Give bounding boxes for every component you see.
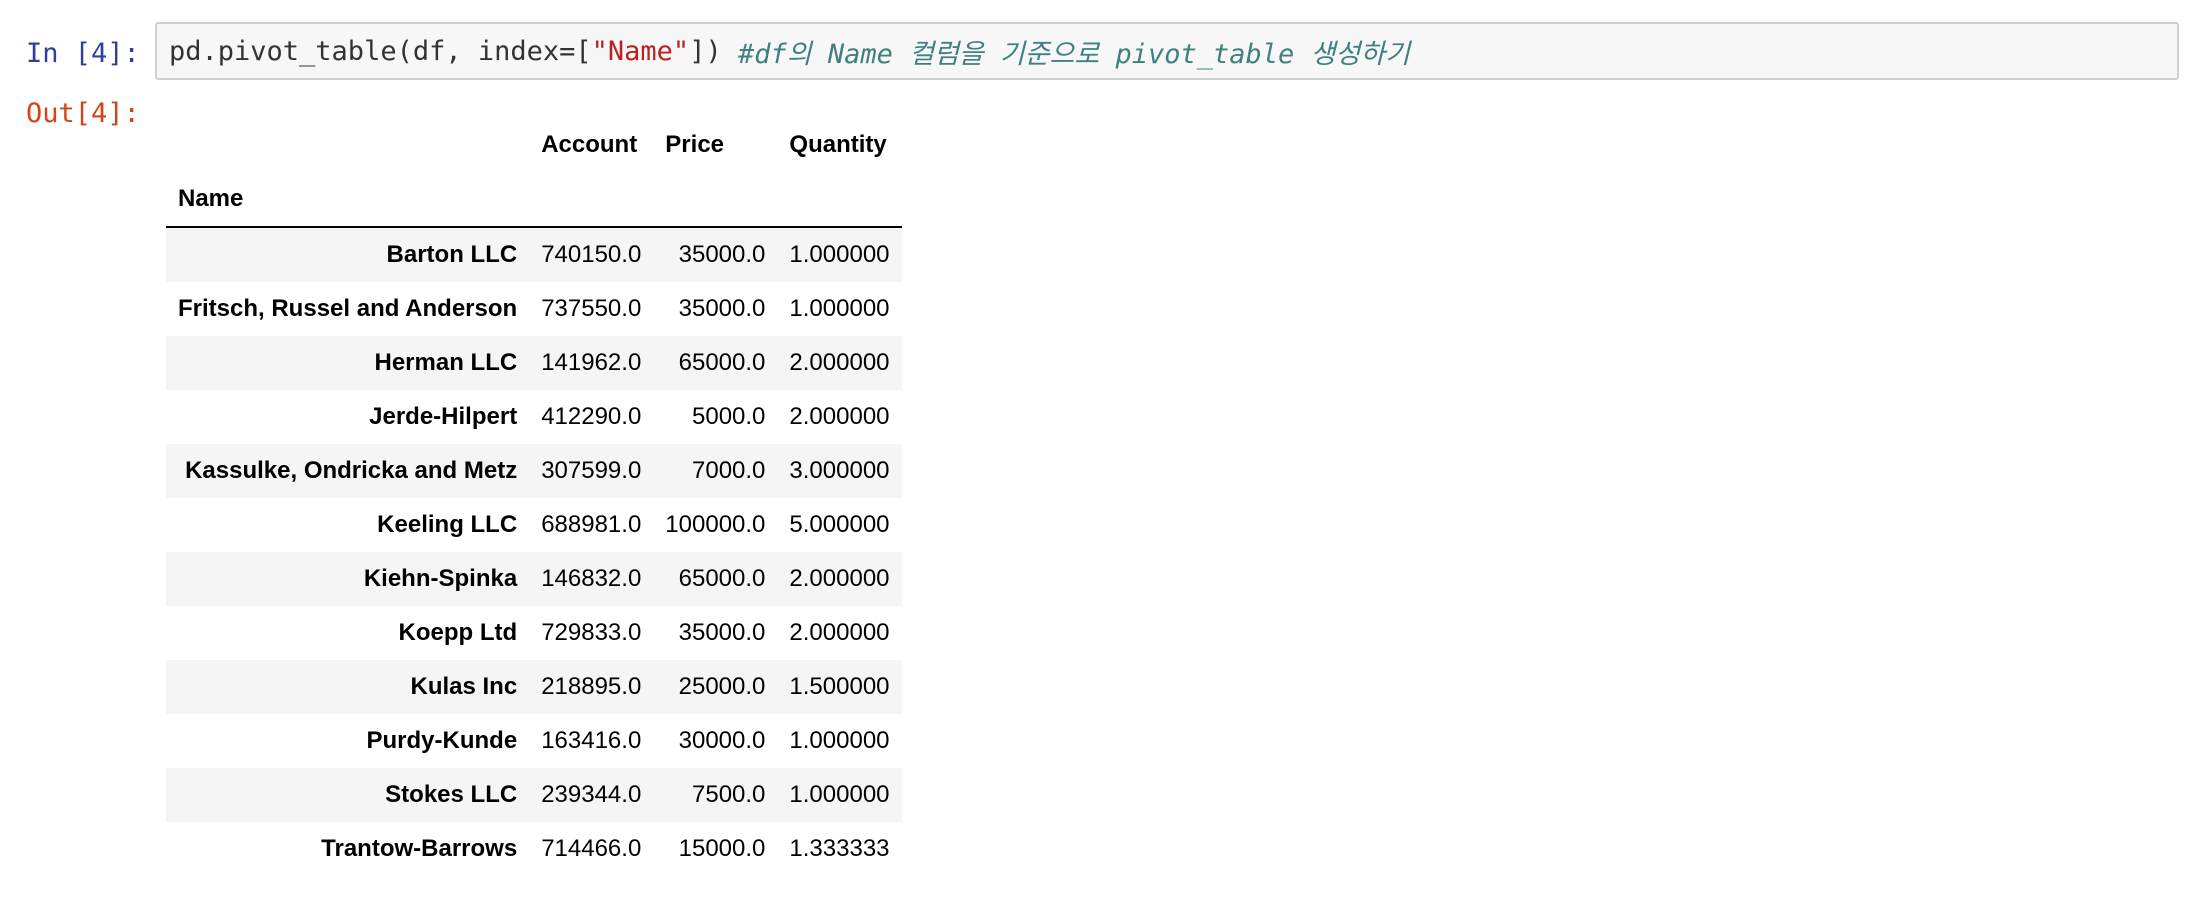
table-row: Trantow-Barrows 714466.0 15000.0 1.333333 — [166, 822, 902, 876]
row-index-label: Koepp Ltd — [398, 619, 518, 646]
account-cell: 688981.0 — [541, 511, 642, 538]
quantity-cell: 1.000000 — [789, 727, 890, 754]
table-row: Barton LLC 740150.0 35000.0 1.000000 — [166, 227, 902, 282]
code-editor[interactable]: pd.pivot_table(df, index=["Name"]) #df의 … — [155, 22, 2179, 80]
account-cell: 729833.0 — [541, 619, 642, 646]
account-cell: 412290.0 — [541, 403, 642, 430]
row-index-label: Barton LLC — [386, 241, 518, 268]
table-row: Fritsch, Russel and Anderson 737550.0 3500… — [166, 282, 902, 336]
quantity-cell: 3.000000 — [789, 457, 890, 484]
table-row: Purdy-Kunde 163416.0 30000.0 1.000000 — [166, 714, 902, 768]
price-cell: 7000.0 — [692, 457, 766, 484]
quantity-cell: 2.000000 — [789, 403, 890, 430]
table-row: Keeling LLC 688981.0 100000.0 5.000000 — [166, 498, 902, 552]
price-cell: 30000.0 — [678, 727, 766, 754]
row-index-label: Purdy-Kunde — [366, 727, 518, 754]
table-row: Herman LLC 141962.0 65000.0 2.000000 — [166, 336, 902, 390]
row-index-label: Keeling LLC — [377, 511, 518, 538]
index-header-row: Name — [166, 172, 902, 228]
quantity-cell: 5.000000 — [789, 511, 890, 538]
table-row: Stokes LLC 239344.0 7500.0 1.000000 — [166, 768, 902, 822]
column-header: Price — [665, 131, 725, 158]
quantity-cell: 1.000000 — [789, 241, 890, 268]
account-cell: 737550.0 — [541, 295, 642, 322]
row-index-label: Herman LLC — [374, 349, 518, 376]
table-row: Jerde-Hilpert 412290.0 5000.0 2.000000 — [166, 390, 902, 444]
row-index-label: Stokes LLC — [385, 781, 518, 808]
table-body: Barton LLC 740150.0 35000.0 1.000000 Fritsch… — [166, 227, 902, 876]
column-header: Account — [541, 131, 638, 158]
column-header-row: Account Price Quantity — [166, 118, 902, 172]
price-cell: 35000.0 — [678, 295, 766, 322]
table-row: Kiehn-Spinka 146832.0 65000.0 2.000000 — [166, 552, 902, 606]
input-prompt: In [4]: — [26, 38, 140, 69]
code-text-suffix: ]) — [689, 35, 738, 67]
empty-header — [777, 172, 902, 228]
account-cell: 714466.0 — [541, 835, 642, 862]
price-cell: 35000.0 — [678, 241, 766, 268]
quantity-cell: 1.000000 — [789, 295, 890, 322]
quantity-cell: 2.000000 — [789, 565, 890, 592]
price-cell: 7500.0 — [692, 781, 766, 808]
empty-header — [653, 172, 778, 228]
account-cell: 163416.0 — [541, 727, 642, 754]
code-string-literal: "Name" — [591, 35, 690, 67]
table-row: Koepp Ltd 729833.0 35000.0 2.000000 — [166, 606, 902, 660]
price-cell: 65000.0 — [678, 565, 766, 592]
quantity-cell: 2.000000 — [789, 349, 890, 376]
quantity-cell: 1.000000 — [789, 781, 890, 808]
quantity-cell: 2.000000 — [789, 619, 890, 646]
corner-header — [166, 118, 529, 172]
row-index-label: Trantow-Barrows — [321, 835, 518, 862]
table-row: Kulas Inc 218895.0 25000.0 1.500000 — [166, 660, 902, 714]
dataframe-table: Account Price Quantity Name Barton LLC 74… — [166, 118, 902, 876]
table-row: Kassulke, Ondricka and Metz 307599.0 7000.… — [166, 444, 902, 498]
price-cell: 25000.0 — [678, 673, 766, 700]
account-cell: 307599.0 — [541, 457, 642, 484]
account-cell: 146832.0 — [541, 565, 642, 592]
quantity-cell: 1.333333 — [789, 835, 890, 862]
price-cell: 5000.0 — [692, 403, 766, 430]
price-cell: 65000.0 — [678, 349, 766, 376]
quantity-cell: 1.500000 — [789, 673, 890, 700]
row-index-label: Kassulke, Ondricka and Metz — [185, 457, 518, 484]
account-cell: 218895.0 — [541, 673, 642, 700]
code-comment: #df의 Name 컬럼을 기준으로 pivot_table 생성하기 — [737, 38, 1410, 70]
price-cell: 15000.0 — [678, 835, 766, 862]
index-name-header: Name — [166, 172, 530, 228]
row-index-label: Fritsch, Russel and Anderson — [178, 295, 518, 322]
price-cell: 100000.0 — [665, 511, 766, 538]
empty-header — [529, 172, 654, 228]
account-cell: 239344.0 — [541, 781, 642, 808]
row-index-label: Kiehn-Spinka — [363, 565, 518, 592]
account-cell: 740150.0 — [541, 241, 642, 268]
code-text: pd.pivot_table(df, index=[ — [169, 35, 592, 67]
row-index-label: Kulas Inc — [410, 673, 518, 700]
column-header: Quantity — [789, 131, 887, 158]
output-prompt: Out[4]: — [26, 98, 140, 129]
price-cell: 35000.0 — [678, 619, 766, 646]
account-cell: 141962.0 — [541, 349, 642, 376]
row-index-label: Jerde-Hilpert — [369, 403, 518, 430]
